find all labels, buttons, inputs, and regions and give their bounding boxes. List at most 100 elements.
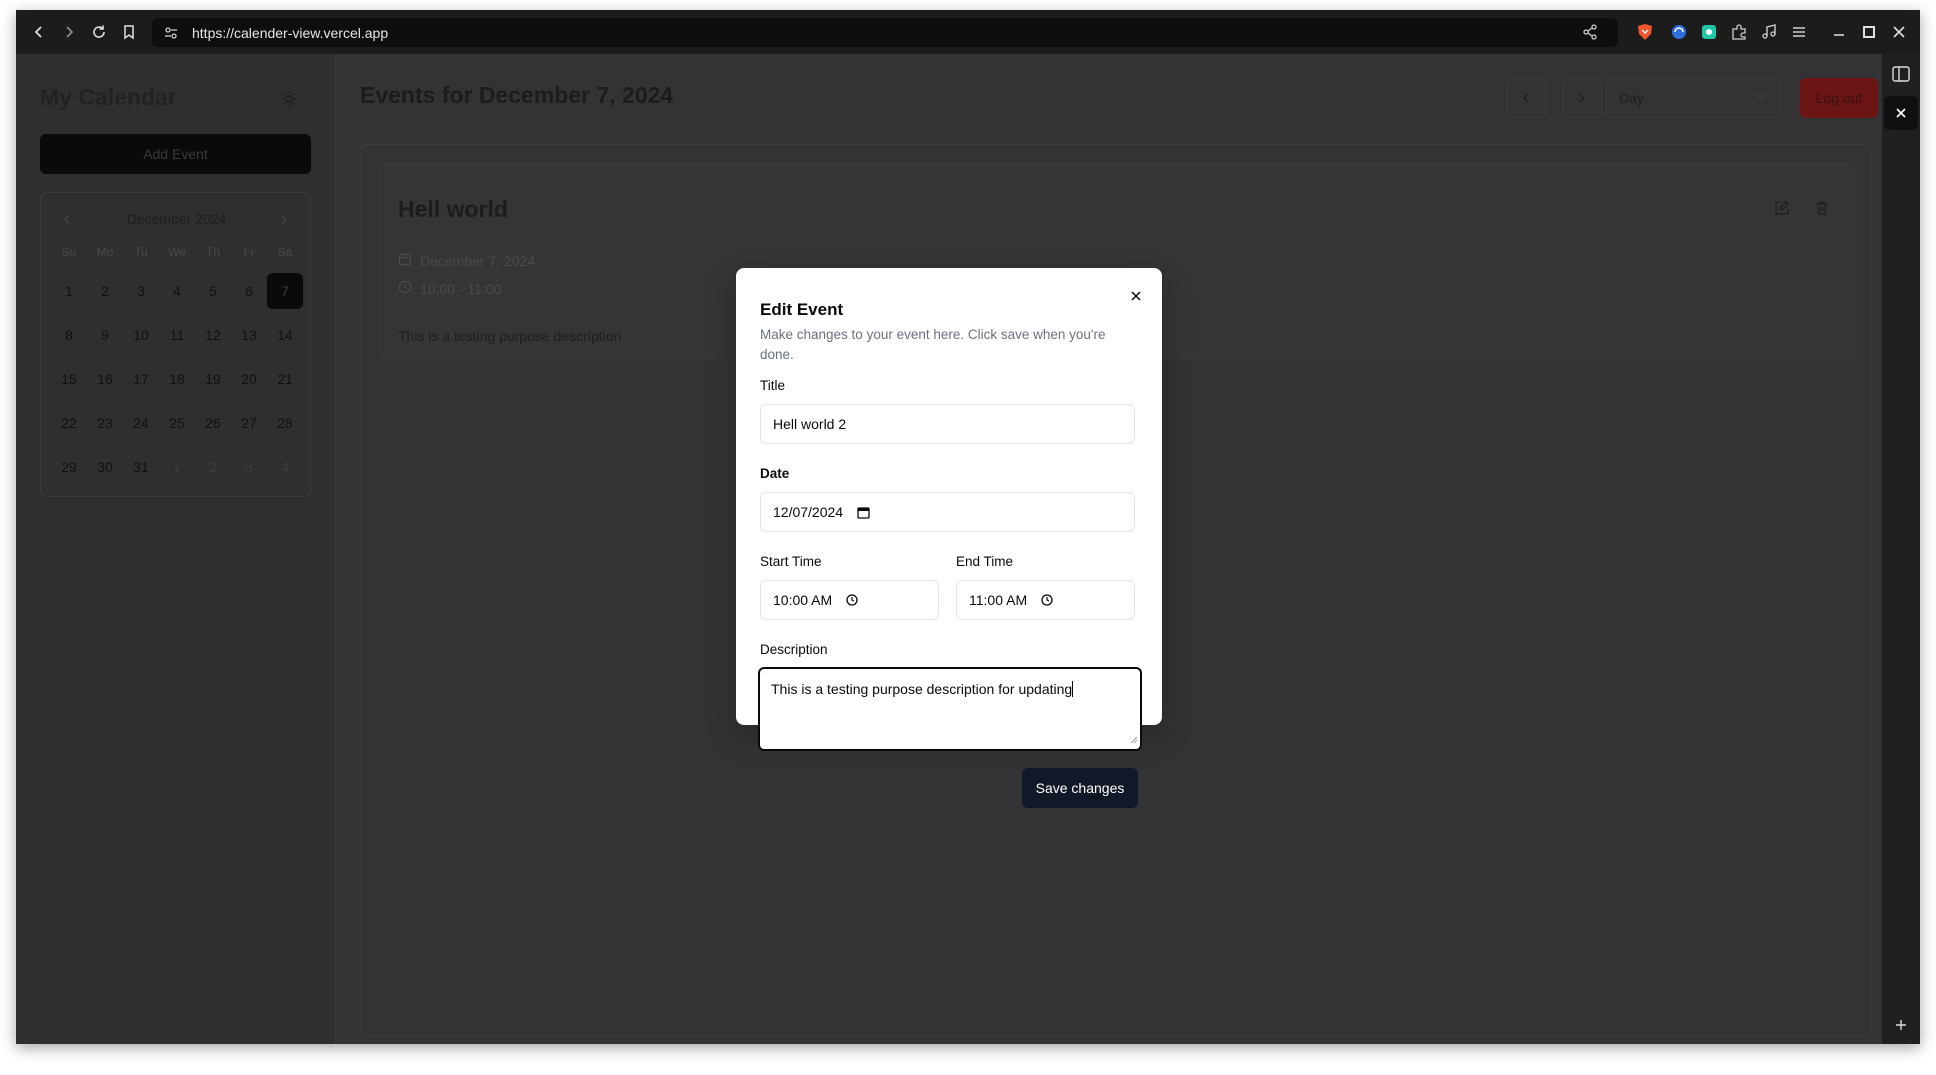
- calendar-day[interactable]: 23: [87, 405, 123, 441]
- event-time: 10:00 - 11:00: [420, 280, 502, 297]
- calendar-day-outside[interactable]: 3: [231, 449, 267, 485]
- calendar-day[interactable]: 14: [267, 317, 303, 353]
- sidebar-title: My Calendar: [40, 84, 177, 110]
- prev-day-button[interactable]: [1506, 78, 1546, 118]
- calendar-day-selected[interactable]: 7: [267, 273, 303, 309]
- site-settings-icon[interactable]: [164, 26, 178, 40]
- browser-side-panel: [1882, 54, 1920, 1044]
- calendar-day[interactable]: 29: [51, 449, 87, 485]
- end-time-value: 11:00 AM: [969, 592, 1028, 608]
- back-icon[interactable]: [24, 17, 54, 47]
- description-label: Description: [760, 642, 828, 657]
- close-panel-icon[interactable]: [1884, 96, 1918, 130]
- mini-calendar: December 2024 Su Mo Tu We Th Fr Sa 1 2 3…: [40, 192, 311, 497]
- calendar-week: 8 9 10 11 12 13 14: [51, 313, 303, 357]
- date-input-value: 12/07/2024: [773, 504, 844, 520]
- weekday-label: Fr: [243, 245, 255, 259]
- maximize-icon[interactable]: [1854, 17, 1884, 47]
- save-changes-button[interactable]: Save changes: [1022, 768, 1138, 808]
- browser-toolbar: https://calender-view.vercel.app: [16, 10, 1920, 54]
- weekday-label: We: [168, 245, 186, 259]
- calendar-day[interactable]: 1: [51, 273, 87, 309]
- weekday-label: Th: [205, 245, 220, 259]
- calendar-day[interactable]: 20: [231, 361, 267, 397]
- menu-icon[interactable]: [1784, 17, 1814, 47]
- forward-icon[interactable]: [54, 17, 84, 47]
- puzzle-icon[interactable]: [1724, 17, 1754, 47]
- calendar-day[interactable]: 4: [159, 273, 195, 309]
- share-icon[interactable]: [1582, 24, 1598, 45]
- calendar-day[interactable]: 15: [51, 361, 87, 397]
- description-value: This is a testing purpose description fo…: [771, 681, 1073, 697]
- view-select[interactable]: Day: [1606, 78, 1780, 118]
- calendar-day[interactable]: 2: [87, 273, 123, 309]
- title-input[interactable]: Hell world 2: [760, 404, 1135, 444]
- event-date-row: December 7, 2024: [398, 252, 535, 269]
- chevron-down-icon: [1755, 90, 1767, 106]
- sync-extension-icon[interactable]: [1664, 17, 1694, 47]
- calendar-day[interactable]: 12: [195, 317, 231, 353]
- event-title: Hell world: [398, 196, 508, 222]
- clock-icon[interactable]: [846, 594, 858, 606]
- sun-icon[interactable]: [278, 88, 300, 110]
- sidebar-toggle-icon[interactable]: [1891, 64, 1911, 89]
- calendar-day[interactable]: 17: [123, 361, 159, 397]
- calendar-day[interactable]: 24: [123, 405, 159, 441]
- calendar-day-outside[interactable]: 1: [159, 449, 195, 485]
- trash-icon[interactable]: [1808, 194, 1836, 222]
- calendar-day-outside[interactable]: 2: [195, 449, 231, 485]
- music-icon[interactable]: [1754, 17, 1784, 47]
- weekday-label: Tu: [134, 245, 148, 259]
- next-day-button[interactable]: [1562, 78, 1602, 118]
- title-label: Title: [760, 378, 786, 393]
- brave-shield-icon[interactable]: [1630, 17, 1660, 47]
- calendar-day[interactable]: 19: [195, 361, 231, 397]
- dialog-title: Edit Event: [760, 300, 844, 319]
- start-time-input[interactable]: 10:00 AM: [760, 580, 939, 620]
- weekday-label: Mo: [96, 245, 114, 259]
- browser-extensions: [1630, 10, 1920, 54]
- clock-icon[interactable]: [1041, 594, 1053, 606]
- url-text: https://calender-view.vercel.app: [192, 24, 389, 41]
- calendar-day[interactable]: 3: [123, 273, 159, 309]
- resize-grip-icon[interactable]: [1129, 731, 1138, 747]
- calendar-day[interactable]: 6: [231, 273, 267, 309]
- logout-button[interactable]: Log out: [1800, 78, 1878, 118]
- description-textarea[interactable]: This is a testing purpose description fo…: [758, 667, 1142, 751]
- calendar-day[interactable]: 11: [159, 317, 195, 353]
- date-input[interactable]: 12/07/2024: [760, 492, 1135, 532]
- calendar-day[interactable]: 30: [87, 449, 123, 485]
- calendar-day[interactable]: 10: [123, 317, 159, 353]
- calendar-day[interactable]: 16: [87, 361, 123, 397]
- add-event-button[interactable]: Add Event: [40, 134, 311, 174]
- close-icon[interactable]: [1884, 17, 1914, 47]
- calendar-day[interactable]: 5: [195, 273, 231, 309]
- end-time-input[interactable]: 11:00 AM: [956, 580, 1135, 620]
- calendar-day[interactable]: 26: [195, 405, 231, 441]
- calendar-day[interactable]: 25: [159, 405, 195, 441]
- page-title: Events for December 7, 2024: [360, 82, 674, 108]
- browser-window: https://calender-view.vercel.app My Cale…: [16, 10, 1920, 1044]
- calendar-day-outside[interactable]: 4: [267, 449, 303, 485]
- calendar-day[interactable]: 27: [231, 405, 267, 441]
- calendar-day[interactable]: 9: [87, 317, 123, 353]
- calendar-icon[interactable]: [857, 506, 870, 519]
- calendar-day[interactable]: 13: [231, 317, 267, 353]
- extension-icon[interactable]: [1694, 17, 1724, 47]
- minimize-icon[interactable]: [1824, 17, 1854, 47]
- calendar-day[interactable]: 8: [51, 317, 87, 353]
- calendar-day[interactable]: 22: [51, 405, 87, 441]
- end-time-label: End Time: [956, 554, 1014, 569]
- edit-icon[interactable]: [1768, 194, 1796, 222]
- calendar-day[interactable]: 21: [267, 361, 303, 397]
- event-time-row: 10:00 - 11:00: [398, 280, 501, 297]
- address-bar[interactable]: https://calender-view.vercel.app: [152, 18, 1618, 47]
- reload-icon[interactable]: [84, 17, 114, 47]
- plus-icon[interactable]: [1894, 1018, 1908, 1037]
- calendar-day[interactable]: 28: [267, 405, 303, 441]
- chevron-right-icon[interactable]: [272, 207, 296, 231]
- calendar-day[interactable]: 31: [123, 449, 159, 485]
- bookmark-icon[interactable]: [114, 17, 144, 47]
- close-icon[interactable]: [1124, 284, 1148, 308]
- calendar-day[interactable]: 18: [159, 361, 195, 397]
